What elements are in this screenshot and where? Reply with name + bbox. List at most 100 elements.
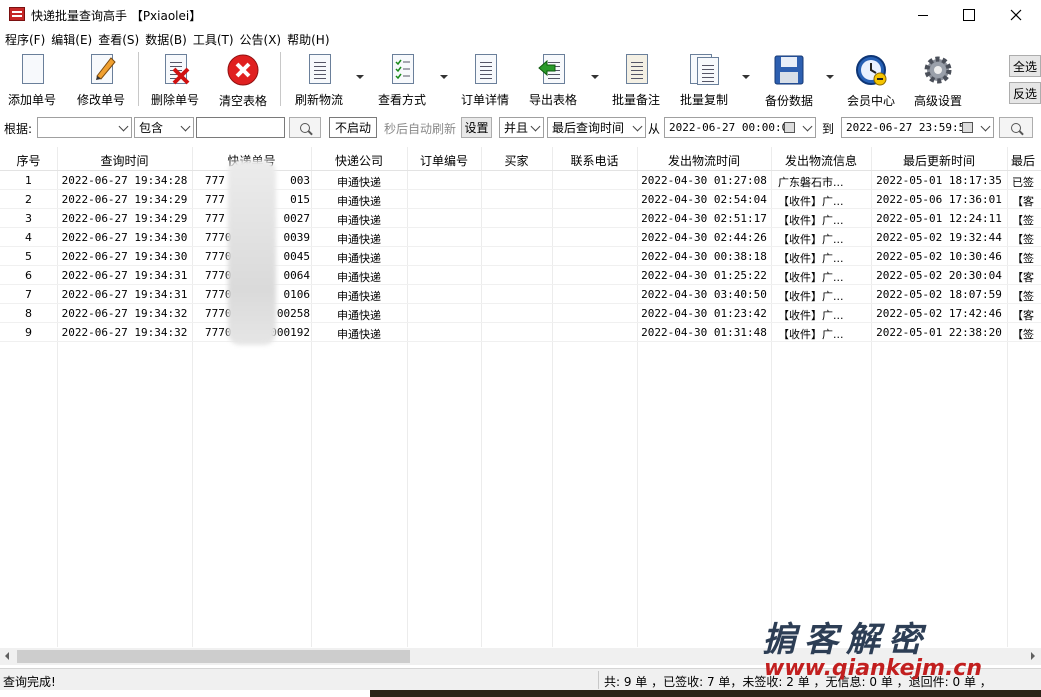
filter-keyword-input[interactable] xyxy=(196,117,285,138)
col-header-last-info[interactable]: 最后 xyxy=(1011,152,1041,169)
col-header-buyer[interactable]: 买家 xyxy=(481,152,552,169)
cell-ship-time: 2022-04-30 00:38:18 xyxy=(641,250,767,263)
logic-select[interactable]: 并且 xyxy=(499,117,544,138)
chevron-down-icon xyxy=(632,121,643,132)
cell-last-update: 2022-05-01 22:38:20 xyxy=(876,326,1002,339)
export-table-button[interactable]: 导出表格 xyxy=(526,50,580,108)
select-all-button[interactable]: 全选 xyxy=(1009,55,1041,77)
cell-courier: 申通快递 xyxy=(337,233,381,246)
col-header-phone[interactable]: 联系电话 xyxy=(552,152,637,169)
minimize-button[interactable] xyxy=(900,0,946,30)
delete-document-icon xyxy=(159,54,191,85)
menu-edit[interactable]: 编辑(E) xyxy=(50,30,97,48)
close-icon xyxy=(1010,9,1022,21)
to-date-picker[interactable]: 2022-06-27 23:59:59 xyxy=(841,117,994,138)
menu-data[interactable]: 数据(B) xyxy=(144,30,192,48)
col-header-ship-time[interactable]: 发出物流时间 xyxy=(637,152,771,169)
view-mode-dropdown-arrow[interactable] xyxy=(440,75,448,79)
toolbar-separator xyxy=(138,52,139,106)
export-dropdown-arrow[interactable] xyxy=(591,75,599,79)
batch-copy-dropdown-arrow[interactable] xyxy=(742,75,750,79)
batch-note-button[interactable]: 批量备注 xyxy=(609,50,663,108)
scroll-left-icon[interactable] xyxy=(5,652,9,660)
scroll-right-icon[interactable] xyxy=(1031,652,1035,660)
col-header-query-time[interactable]: 查询时间 xyxy=(57,152,192,169)
menu-tools[interactable]: 工具(T) xyxy=(192,30,239,48)
menu-view[interactable]: 查看(S) xyxy=(97,30,144,48)
results-table[interactable]: 序号 查询时间 快递单号 快递公司 订单编号 买家 联系电话 发出物流时间 发出… xyxy=(0,147,1041,647)
table-row[interactable]: 9 2022-06-27 19:34:32 7770 000192 申通快递 2022-0… xyxy=(0,323,1041,342)
cell-index: 1 xyxy=(25,174,32,187)
col-header-last-update[interactable]: 最后更新时间 xyxy=(871,152,1007,169)
auto-refresh-button[interactable]: 不启动 xyxy=(329,117,377,138)
cell-ship-info: 【收件】广... xyxy=(778,195,844,208)
cell-last-update: 2022-05-02 20:30:04 xyxy=(876,269,1002,282)
clear-x-icon xyxy=(227,54,259,86)
cell-last-info: 已签 xyxy=(1012,176,1034,189)
cell-last-info: 【签 xyxy=(1012,233,1034,246)
table-row[interactable]: 7 2022-06-27 19:34:31 7770 0106 申通快递 2022-04-… xyxy=(0,285,1041,304)
from-date-picker[interactable]: 2022-06-27 00:00:00 xyxy=(664,117,816,138)
scrollbar-thumb[interactable] xyxy=(17,650,410,663)
from-label: 从 xyxy=(648,122,661,136)
maximize-button[interactable] xyxy=(946,0,992,30)
menu-notice[interactable]: 公告(X) xyxy=(239,30,287,48)
order-detail-button[interactable]: 订单详情 xyxy=(458,50,512,108)
table-row[interactable]: 1 2022-06-27 19:34:28 777 003 申通快递 2022-04-30… xyxy=(0,171,1041,190)
refresh-dropdown-arrow[interactable] xyxy=(356,75,364,79)
table-row[interactable]: 6 2022-06-27 19:34:31 7770 0064 申通快递 2022-04-… xyxy=(0,266,1041,285)
col-header-index[interactable]: 序号 xyxy=(0,152,57,169)
refresh-logistics-button[interactable]: 刷新物流 xyxy=(292,50,346,108)
toolbar-separator xyxy=(280,52,281,106)
batch-copy-button[interactable]: 批量复制 xyxy=(677,50,731,108)
menu-help[interactable]: 帮助(H) xyxy=(286,30,334,48)
scroll-note-icon xyxy=(620,54,652,85)
status-message: 查询完成! xyxy=(3,675,56,689)
cell-query-time: 2022-06-27 19:34:32 xyxy=(61,326,188,339)
filter-operator-select[interactable]: 包含 xyxy=(134,117,194,138)
invert-selection-button[interactable]: 反选 xyxy=(1009,82,1041,104)
cell-last-update: 2022-05-06 17:36:01 xyxy=(876,193,1002,206)
edit-number-button[interactable]: 修改单号 xyxy=(74,50,128,108)
chevron-down-icon xyxy=(980,121,991,132)
filter-search-button[interactable] xyxy=(289,117,321,138)
table-row[interactable]: 2 2022-06-27 19:34:29 777 015 申通快递 2022-04-30… xyxy=(0,190,1041,209)
menu-program[interactable]: 程序(F) xyxy=(4,30,50,48)
cell-ship-time: 2022-04-30 01:23:42 xyxy=(641,307,767,320)
table-row[interactable]: 4 2022-06-27 19:34:30 7770 0039 申通快递 2022-04-… xyxy=(0,228,1041,247)
table-row[interactable]: 5 2022-06-27 19:34:30 7770 0045 申通快递 2022-04-… xyxy=(0,247,1041,266)
search-icon xyxy=(1011,122,1021,133)
delete-number-button[interactable]: 删除单号 xyxy=(148,50,202,108)
cell-ship-time: 2022-04-30 01:31:48 xyxy=(641,326,767,339)
table-row[interactable]: 3 2022-06-27 19:34:29 777 0027 申通快递 2022-04-3… xyxy=(0,209,1041,228)
cell-courier: 申通快递 xyxy=(337,252,381,265)
auto-refresh-settings-button[interactable]: 设置 xyxy=(461,117,492,138)
app-icon xyxy=(9,7,25,21)
backup-dropdown-arrow[interactable] xyxy=(826,75,834,79)
col-header-ship-info[interactable]: 发出物流信息 xyxy=(771,152,871,169)
advanced-settings-button[interactable]: 高级设置 xyxy=(911,50,965,108)
close-button[interactable] xyxy=(993,0,1039,30)
cell-last-info: 【客 xyxy=(1012,195,1034,208)
window-title: 快递批量查询高手 【Pxiaolei】 xyxy=(31,9,202,23)
time-field-select[interactable]: 最后查询时间 xyxy=(547,117,646,138)
member-center-button[interactable]: 会员中心 xyxy=(844,50,898,108)
cell-ship-time: 2022-04-30 02:54:04 xyxy=(641,193,767,206)
table-row[interactable]: 8 2022-06-27 19:34:32 7770 00258 申通快递 2022-04… xyxy=(0,304,1041,323)
backup-data-button[interactable]: 备份数据 xyxy=(761,50,817,108)
col-header-order-number[interactable]: 订单编号 xyxy=(407,152,481,169)
col-header-courier[interactable]: 快递公司 xyxy=(311,152,407,169)
clear-table-button[interactable]: 清空表格 xyxy=(216,50,270,108)
filter-field-select[interactable] xyxy=(37,117,132,138)
cell-query-time: 2022-06-27 19:34:30 xyxy=(61,231,188,244)
calendar-icon xyxy=(962,122,973,133)
add-number-button[interactable]: 添加单号 xyxy=(5,50,59,108)
date-search-button[interactable] xyxy=(999,117,1033,138)
filter-by-label: 根据: xyxy=(4,122,33,136)
cell-query-time: 2022-06-27 19:34:30 xyxy=(61,250,188,263)
cell-last-info: 【客 xyxy=(1012,309,1034,322)
chevron-down-icon xyxy=(802,121,813,132)
cell-ship-time: 2022-04-30 03:40:50 xyxy=(641,288,767,301)
view-mode-button[interactable]: 查看方式 xyxy=(375,50,429,108)
cell-last-info: 【签 xyxy=(1012,290,1034,303)
